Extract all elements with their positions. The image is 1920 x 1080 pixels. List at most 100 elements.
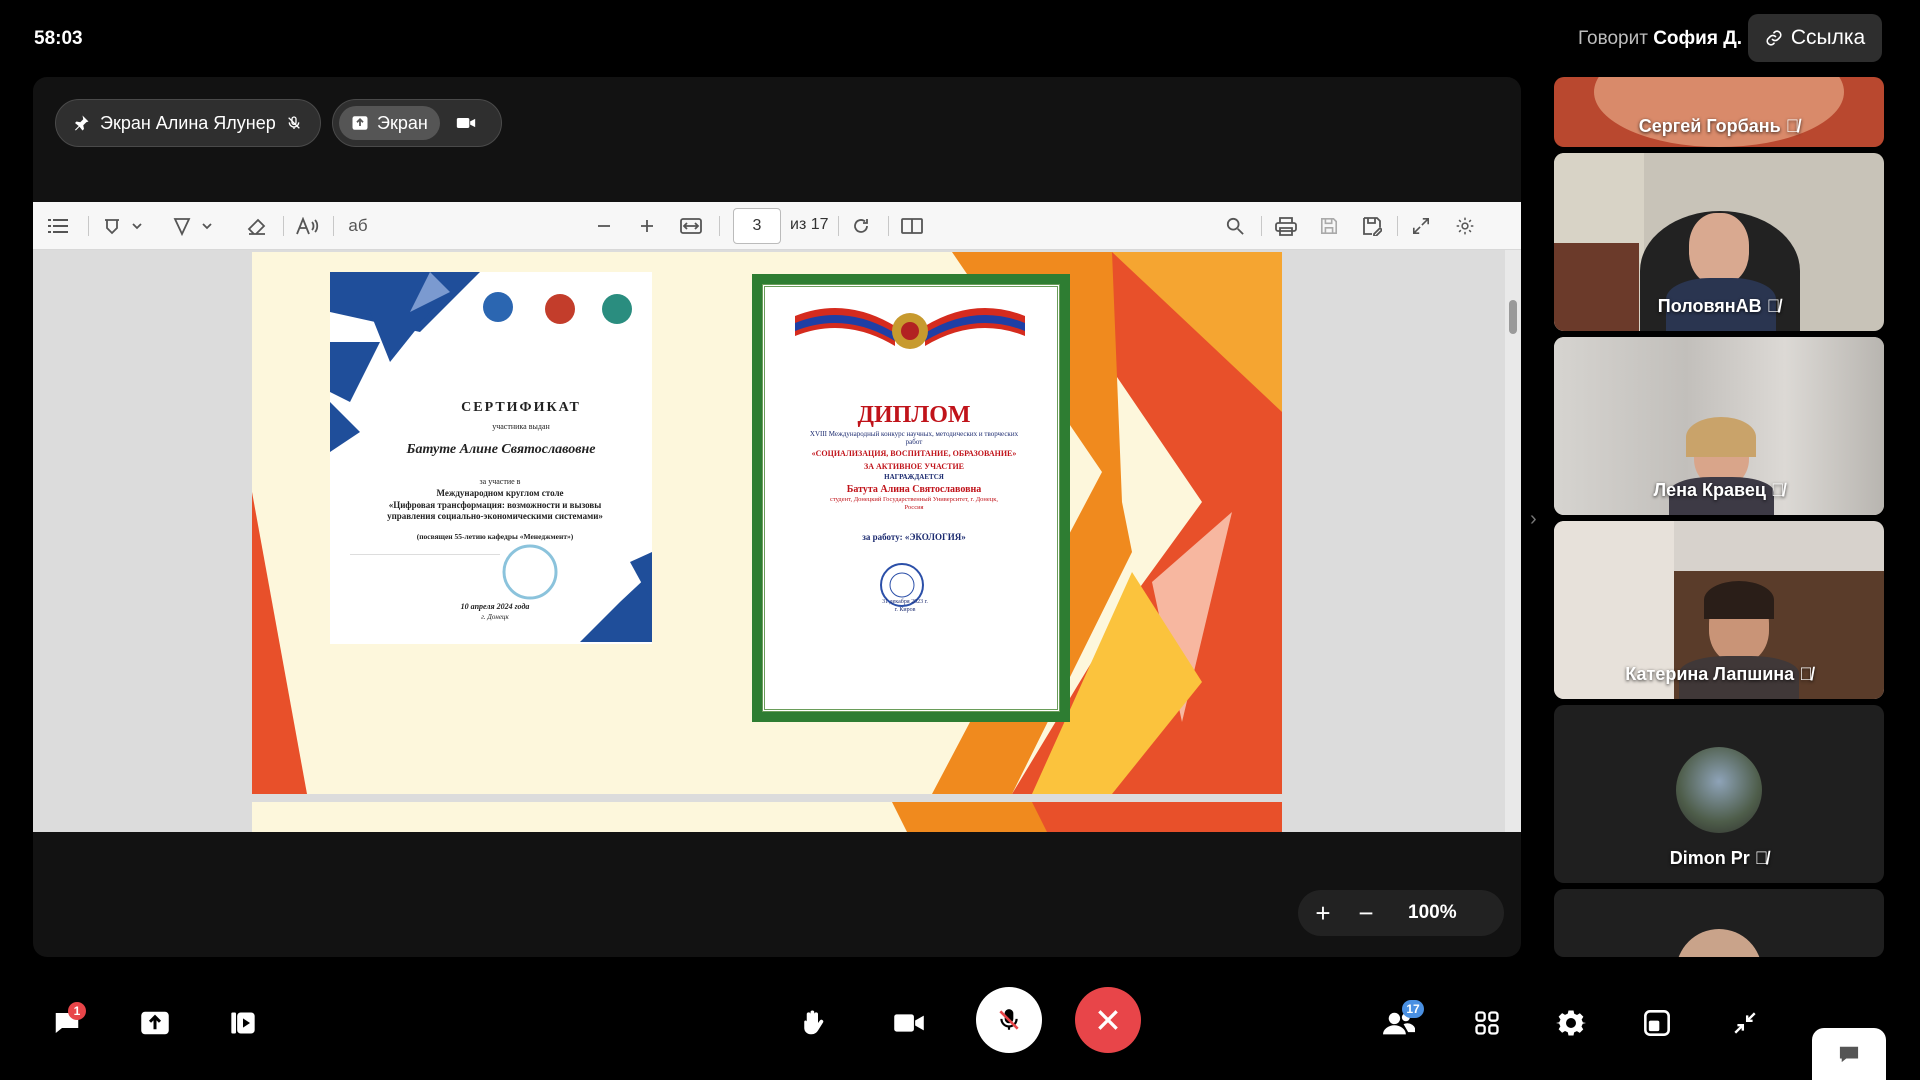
screen-toggle[interactable]: Экран — [339, 106, 440, 140]
collapse-sidebar-icon[interactable]: › — [1530, 508, 1537, 531]
mic-off-icon — [287, 116, 300, 129]
certificate-city: г. Донецк — [481, 613, 509, 621]
certificate-date-visible: 10 апреля 2024 года — [460, 602, 530, 611]
mic-off-icon: 🎙̸ — [1799, 664, 1813, 684]
raise-hand-button[interactable] — [780, 990, 846, 1056]
avatar — [1676, 929, 1762, 957]
translate-icon[interactable]: aб — [345, 214, 371, 238]
share-screen-icon — [141, 1011, 169, 1035]
certificate-signatures — [350, 554, 500, 594]
picture-in-picture-button[interactable] — [1624, 990, 1690, 1056]
active-speaker: Говорит София Д. — [1578, 28, 1742, 50]
settings-button[interactable] — [1538, 990, 1604, 1056]
gear-icon — [1556, 1010, 1586, 1036]
pdf-scrollbar[interactable] — [1505, 250, 1521, 832]
page-number-input[interactable]: 3 — [733, 208, 781, 244]
print-icon[interactable] — [1273, 214, 1299, 238]
share-screen-button[interactable] — [122, 990, 188, 1056]
certificate-title: СЕРТИФИКАТ — [461, 400, 581, 415]
mute-button[interactable] — [976, 987, 1042, 1053]
raise-hand-icon — [804, 1010, 824, 1035]
zoom-in-icon[interactable] — [636, 214, 658, 238]
eraser-icon[interactable] — [246, 214, 268, 238]
fullscreen-icon[interactable] — [1409, 214, 1433, 238]
end-call-button[interactable] — [1075, 987, 1141, 1053]
zoom-control: + − 100% — [1298, 890, 1504, 936]
diploma-line4: НАГРАЖДАЕТСЯ — [884, 473, 944, 481]
certificate-line4: (посвящен 55-летию кафедры «Менеджмент») — [416, 532, 574, 541]
zoom-minus-icon[interactable]: − — [1348, 898, 1384, 929]
pin-icon — [75, 115, 89, 131]
media-share-button[interactable] — [210, 990, 276, 1056]
diploma-work: за работу: «ЭКОЛОГИЯ» — [862, 532, 966, 542]
close-icon — [1098, 1010, 1118, 1030]
diploma-name: Батута Алина Святославовна — [846, 484, 982, 495]
certificate-line2: Международном круглом столе — [436, 488, 564, 498]
participants-button[interactable]: 17 — [1366, 990, 1432, 1056]
diploma-line3: ЗА АКТИВНОЕ УЧАСТИЕ — [863, 462, 965, 471]
participant-tile[interactable]: Dimon Pr 🎙̸ — [1554, 705, 1884, 883]
diploma-line5: студент, Донецкий Государственный Универ… — [829, 496, 999, 511]
participant-tile[interactable]: Лена Кравец 🎙̸ — [1554, 337, 1884, 515]
fit-width-icon[interactable] — [678, 214, 704, 238]
pdf-viewer: aб 3 из 17 СЕРТИФИКАТ участника выдан Ба… — [33, 202, 1521, 832]
grid-icon — [1475, 1011, 1499, 1035]
save-icon[interactable] — [1317, 214, 1341, 238]
participant-name: Dimon Pr 🎙̸ — [1669, 848, 1769, 868]
camera-button[interactable] — [876, 990, 942, 1056]
certificate-subtitle: участника выдан — [492, 422, 550, 431]
chat-button[interactable]: 1 — [34, 990, 100, 1056]
layout-grid-button[interactable] — [1454, 990, 1520, 1056]
page-total: из 17 — [790, 216, 829, 233]
highlight-icon[interactable] — [101, 214, 145, 238]
participant-tile[interactable] — [1554, 889, 1884, 957]
next-slide-page — [252, 802, 1282, 832]
outline-icon[interactable] — [47, 214, 69, 238]
chat-bubble-icon — [1839, 1046, 1859, 1063]
diploma-title: ДИПЛОМ — [857, 402, 971, 428]
draw-icon[interactable] — [171, 214, 215, 238]
pdf-scroll-thumb[interactable] — [1509, 300, 1517, 334]
link-label: Ссылка — [1790, 26, 1866, 49]
read-aloud-icon[interactable] — [295, 214, 321, 238]
certificate-name: Батуте Алине Святославовне — [406, 442, 596, 457]
link-icon — [1766, 30, 1782, 46]
camera-icon[interactable] — [456, 115, 476, 131]
diploma-line1: XVIII Международный конкурс научных, мет… — [809, 430, 1019, 446]
flag-ribbon-emblem — [795, 308, 1025, 349]
screen-label: Экран — [377, 112, 428, 133]
pinned-screen-chip[interactable]: Экран Алина Ялунер — [55, 99, 321, 147]
mic-off-icon: 🎙̸ — [1766, 296, 1781, 316]
mic-off-icon: 🎙̸ — [1754, 848, 1769, 868]
zoom-out-icon[interactable] — [593, 214, 615, 238]
participant-name: Лена Кравец 🎙̸ — [1653, 480, 1785, 500]
participant-tile[interactable]: Сергей Горбань 🎙̸ — [1554, 77, 1884, 147]
slide-page: СЕРТИФИКАТ участника выдан Батуте Алине … — [252, 252, 1282, 794]
participant-tile[interactable]: Катерина Лапшина 🎙̸ — [1554, 521, 1884, 699]
rotate-icon[interactable] — [849, 214, 873, 238]
certificate-line3: «Цифровая трансформация: возможности и в… — [387, 500, 603, 521]
speaker-prefix: Говорит — [1578, 28, 1648, 49]
participant-name: Сергей Горбань 🎙̸ — [1638, 116, 1800, 136]
participant-tile[interactable]: ПоловянАВ 🎙̸ — [1554, 153, 1884, 331]
save-as-icon[interactable] — [1360, 214, 1384, 238]
page-view-icon[interactable] — [899, 214, 925, 238]
minimize-button[interactable] — [1712, 990, 1778, 1056]
mic-off-icon: 🎙̸ — [1770, 480, 1785, 500]
diploma-line2: «СОЦИАЛИЗАЦИЯ, ВОСПИТАНИЕ, ОБРАЗОВАНИЕ» — [811, 449, 1017, 458]
pip-icon — [1644, 1010, 1670, 1036]
zoom-plus-icon[interactable]: + — [1298, 898, 1348, 929]
copy-link-button[interactable]: Ссылка — [1748, 14, 1882, 62]
certificate-line1: за участие в — [479, 477, 521, 486]
diploma-inner: ДИПЛОМ XVIII Международный конкурс научн… — [762, 284, 1060, 712]
pinned-screen-label: Экран Алина Ялунер — [100, 112, 276, 133]
media-play-icon — [231, 1012, 255, 1034]
diploma-date: 31 декабря 2023 г. — [882, 599, 928, 605]
chat-badge: 1 — [68, 1002, 86, 1020]
pdf-toolbar: aб 3 из 17 — [33, 202, 1521, 250]
settings-icon[interactable] — [1453, 214, 1477, 238]
screen-source-chip[interactable]: Экран — [332, 99, 502, 147]
search-icon[interactable] — [1223, 214, 1247, 238]
feedback-button[interactable] — [1812, 1028, 1886, 1080]
diploma-city: г. Киров — [894, 607, 916, 613]
